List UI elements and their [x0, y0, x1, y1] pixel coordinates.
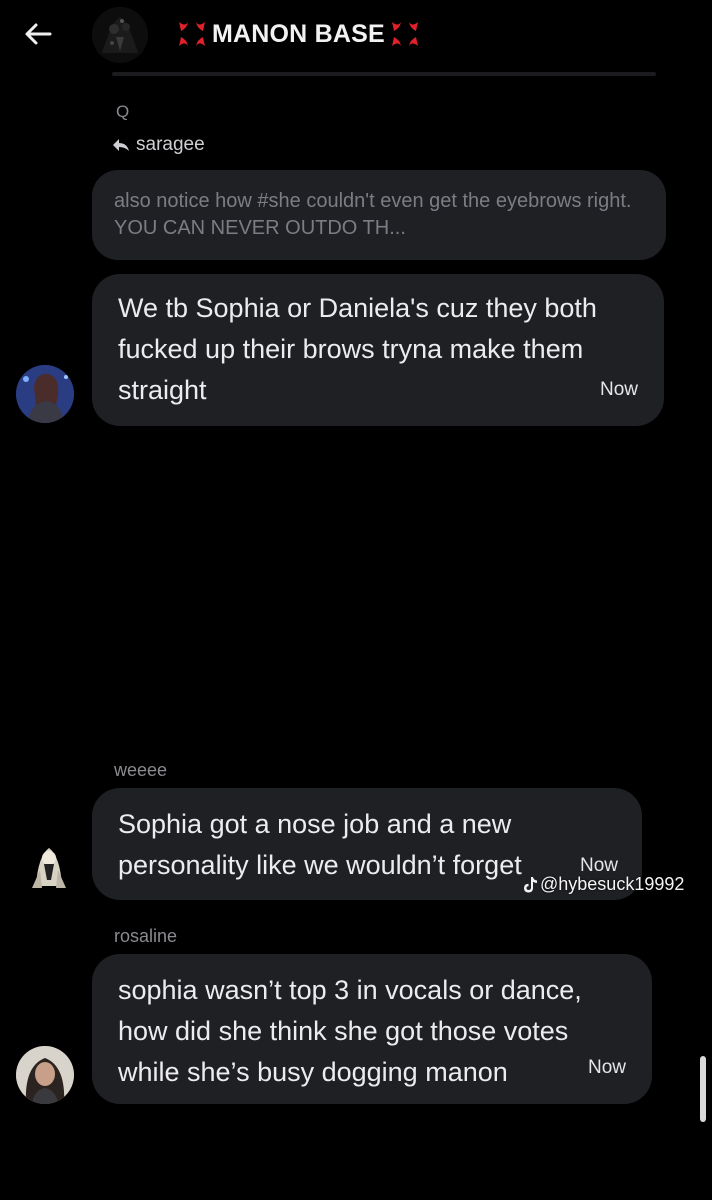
reply-indicator: saragee	[112, 134, 205, 156]
message-bubble[interactable]: We tb Sophia or Daniela's cuz they both …	[92, 274, 664, 426]
user-avatar[interactable]	[16, 1046, 74, 1104]
avatar-image	[16, 1046, 74, 1104]
sender-name: rosaline	[114, 926, 178, 946]
message-line: We tb Sophia or Daniela's cuz they both	[118, 293, 597, 323]
anger-symbol-icon	[391, 22, 418, 46]
chat-screen: MANON BASE Q saragee also notice how #sh…	[0, 0, 712, 1200]
user-avatar[interactable]	[16, 365, 74, 423]
message-timestamp: Now	[599, 379, 638, 400]
watermark-text: @hybesuck19992	[540, 874, 685, 894]
previous-sender-initial: Q	[116, 102, 130, 121]
message-line: Sophia got a nose job and a new	[118, 809, 512, 839]
back-arrow-icon	[25, 23, 52, 45]
avatar-image	[20, 836, 78, 894]
user-avatar[interactable]	[20, 836, 78, 894]
group-avatar[interactable]	[92, 7, 148, 63]
anger-symbol-icon	[179, 22, 205, 46]
message-line: sophia wasn’t top 3 in vocals or dance,	[118, 975, 582, 1005]
chat-title[interactable]: MANON BASE	[176, 14, 421, 54]
message-line: straight	[118, 375, 207, 405]
back-button[interactable]	[18, 14, 58, 54]
reply-arrow-icon	[113, 139, 129, 151]
message-bubble[interactable]: sophia wasn’t top 3 in vocals or dance, …	[92, 954, 652, 1104]
message-timestamp: Now	[587, 1057, 626, 1078]
avatar-image	[16, 365, 74, 423]
scrollbar-thumb[interactable]	[700, 1056, 706, 1122]
quoted-message[interactable]: also notice how #she couldn't even get t…	[92, 170, 666, 260]
header-divider	[112, 72, 656, 76]
message-line: while she’s busy dogging manon	[118, 1057, 508, 1087]
chat-header: MANON BASE	[0, 0, 712, 76]
chat-title-text: MANON BASE	[212, 19, 385, 48]
sender-name: weeee	[114, 760, 168, 780]
tiktok-icon	[524, 876, 537, 892]
group-avatar-image	[92, 7, 148, 63]
tiktok-watermark: @hybesuck19992	[522, 874, 684, 895]
message-line: fucked up their brows tryna make them	[118, 334, 584, 364]
message-line: how did she think she got those votes	[118, 1016, 569, 1046]
reply-to-name: saragee	[136, 134, 205, 155]
